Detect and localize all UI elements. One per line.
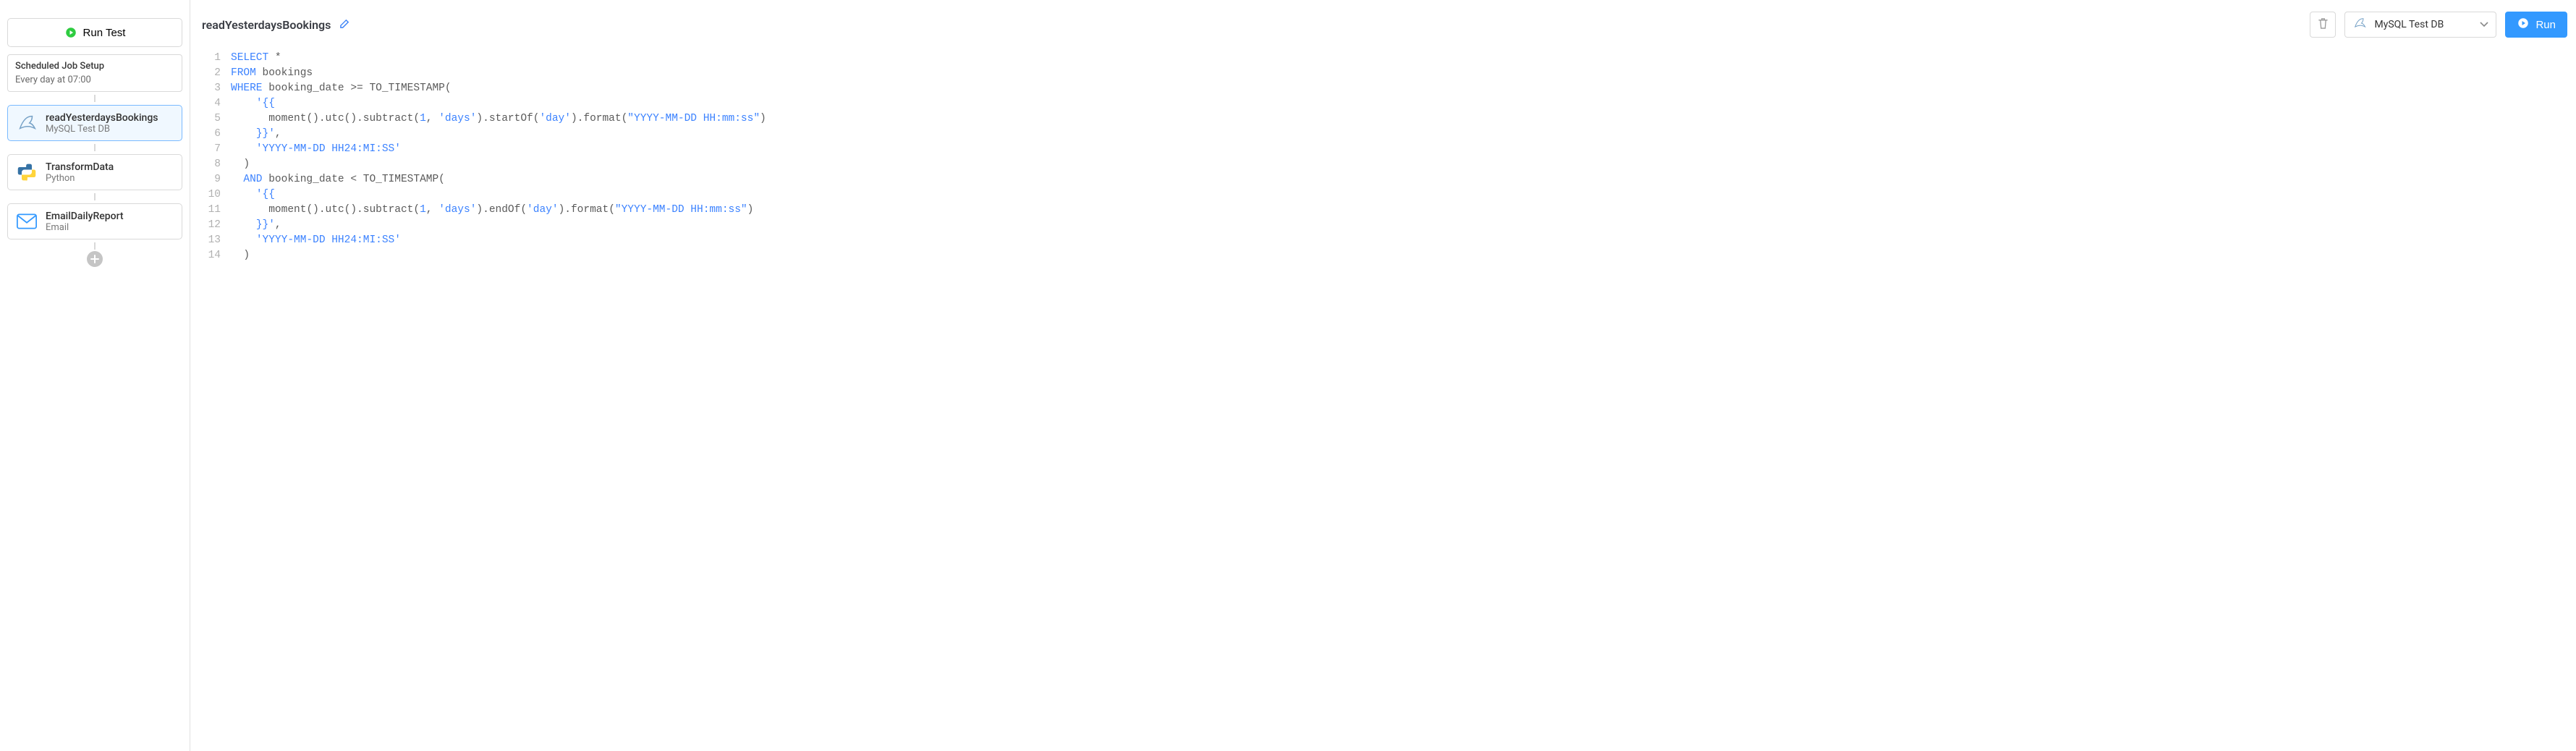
code-line[interactable]: ) <box>231 157 766 172</box>
resource-label: MySQL Test DB <box>2374 19 2473 30</box>
play-icon <box>64 26 77 39</box>
step-read-yesterdays-bookings[interactable]: readYesterdaysBookings MySQL Test DB <box>7 105 182 141</box>
code-line[interactable]: 'YYYY-MM-DD HH24:MI:SS' <box>231 233 766 248</box>
code-line[interactable]: ) <box>231 248 766 263</box>
line-number: 1 <box>202 51 221 66</box>
chevron-down-icon <box>2480 19 2488 30</box>
edit-name-icon[interactable] <box>339 18 350 32</box>
code-line[interactable]: '{{ <box>231 187 766 203</box>
delete-button[interactable] <box>2310 12 2336 38</box>
step-sub: Email <box>46 222 124 233</box>
connector-line <box>94 95 96 102</box>
play-icon <box>2517 17 2530 33</box>
schedule-card[interactable]: Scheduled Job Setup Every day at 07:00 <box>7 54 182 92</box>
mysql-icon <box>2352 16 2367 33</box>
python-icon <box>15 161 38 184</box>
query-header: readYesterdaysBookings MySQL Test DB Run <box>202 12 2567 38</box>
line-number: 4 <box>202 96 221 111</box>
line-number: 13 <box>202 233 221 248</box>
step-email-daily-report[interactable]: EmailDailyReport Email <box>7 203 182 239</box>
run-test-button[interactable]: Run Test <box>7 18 182 47</box>
line-number: 8 <box>202 157 221 172</box>
connector-line <box>94 242 96 250</box>
run-test-label: Run Test <box>83 27 126 39</box>
mysql-icon <box>15 111 38 135</box>
line-number: 12 <box>202 218 221 233</box>
line-number: 11 <box>202 203 221 218</box>
code-line[interactable]: }}', <box>231 127 766 142</box>
email-icon <box>15 210 38 233</box>
resource-select[interactable]: MySQL Test DB <box>2344 12 2496 38</box>
line-number: 6 <box>202 127 221 142</box>
line-number: 2 <box>202 66 221 81</box>
line-number: 7 <box>202 142 221 157</box>
line-number: 9 <box>202 172 221 187</box>
trash-icon <box>2318 17 2329 32</box>
code-content[interactable]: SELECT *FROM bookingsWHERE booking_date … <box>231 51 766 263</box>
connector-line <box>94 193 96 200</box>
schedule-sub: Every day at 07:00 <box>15 75 174 85</box>
step-sub: MySQL Test DB <box>46 124 158 135</box>
main-panel: readYesterdaysBookings MySQL Test DB Run <box>190 0 2576 751</box>
run-label: Run <box>2535 19 2556 31</box>
query-title: readYesterdaysBookings <box>202 18 331 32</box>
code-line[interactable]: }}', <box>231 218 766 233</box>
line-number: 14 <box>202 248 221 263</box>
line-number-gutter: 1234567891011121314 <box>202 51 231 263</box>
step-name: EmailDailyReport <box>46 211 124 222</box>
connector-line <box>94 144 96 151</box>
step-name: TransformData <box>46 161 114 173</box>
code-line[interactable]: '{{ <box>231 96 766 111</box>
code-line[interactable]: FROM bookings <box>231 66 766 81</box>
code-line[interactable]: 'YYYY-MM-DD HH24:MI:SS' <box>231 142 766 157</box>
code-line[interactable]: moment().utc().subtract(1, 'days').start… <box>231 111 766 127</box>
schedule-title: Scheduled Job Setup <box>15 61 174 72</box>
run-button[interactable]: Run <box>2505 12 2567 38</box>
step-name: readYesterdaysBookings <box>46 112 158 124</box>
step-sub: Python <box>46 173 114 184</box>
line-number: 3 <box>202 81 221 96</box>
code-line[interactable]: moment().utc().subtract(1, 'days').endOf… <box>231 203 766 218</box>
code-editor[interactable]: 1234567891011121314 SELECT *FROM booking… <box>202 51 2567 263</box>
code-line[interactable]: SELECT * <box>231 51 766 66</box>
step-transform-data[interactable]: TransformData Python <box>7 154 182 190</box>
line-number: 10 <box>202 187 221 203</box>
line-number: 5 <box>202 111 221 127</box>
sidebar: Run Test Scheduled Job Setup Every day a… <box>0 0 190 751</box>
add-step-button[interactable] <box>87 251 103 267</box>
code-line[interactable]: AND booking_date < TO_TIMESTAMP( <box>231 172 766 187</box>
code-line[interactable]: WHERE booking_date >= TO_TIMESTAMP( <box>231 81 766 96</box>
